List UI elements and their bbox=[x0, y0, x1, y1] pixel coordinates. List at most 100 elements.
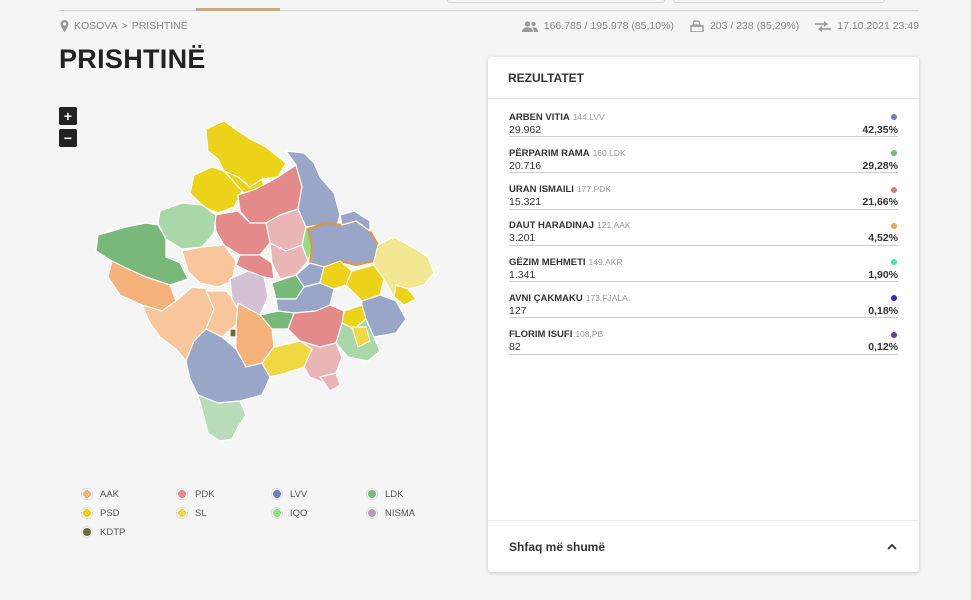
stats-bar: 166.785 / 195.978 (85,10%) 203 / 238 (85… bbox=[521, 20, 919, 32]
kosovo-municipality-map bbox=[95, 120, 435, 442]
candidate-party: 121.AAK bbox=[596, 220, 631, 231]
candidate-percent: 42,35% bbox=[862, 123, 898, 136]
breadcrumb-root[interactable]: KOSOVA bbox=[74, 20, 118, 32]
party-color-dot bbox=[891, 295, 897, 302]
show-more-button[interactable]: Shfaq më shumë bbox=[488, 520, 919, 572]
candidate-votes: 20.716 bbox=[509, 159, 542, 172]
candidate-votes: 82 bbox=[509, 341, 521, 354]
party-color-dot bbox=[891, 222, 897, 229]
candidate-votes: 3.201 bbox=[509, 232, 536, 245]
stations-stat: 203 / 238 (85,29%) bbox=[690, 20, 799, 32]
updated-stat: 17.10.2021 23:49 bbox=[815, 20, 919, 32]
map-region-istog[interactable] bbox=[157, 202, 217, 250]
candidate-percent: 4,52% bbox=[868, 232, 898, 245]
legend-label: NISMA bbox=[385, 507, 416, 519]
legend-item-kdtp[interactable]: KDTP bbox=[82, 526, 177, 538]
chevron-up-icon bbox=[887, 543, 897, 550]
zoom-in-button[interactable]: + bbox=[59, 107, 77, 125]
candidate-percent: 1,90% bbox=[868, 268, 898, 281]
legend-item-pdk[interactable]: PDK bbox=[177, 488, 272, 500]
legend-label: KDTP bbox=[100, 526, 126, 538]
legend-item-ldk[interactable]: LDK bbox=[367, 488, 462, 500]
party-color-dot bbox=[891, 331, 897, 338]
legend-item-nisma[interactable]: NISMA bbox=[367, 507, 462, 519]
legend-dot bbox=[82, 508, 92, 518]
legend-label: SL bbox=[195, 507, 207, 519]
zoom-out-button[interactable]: − bbox=[59, 129, 77, 147]
result-row[interactable]: PËRPARIM RAMA 160.LDK 20.716 29,28% bbox=[509, 147, 898, 183]
map-region-mamusha[interactable] bbox=[229, 328, 237, 338]
candidate-name: URAN ISMAILI 177.PDK bbox=[509, 184, 611, 196]
legend-dot bbox=[272, 489, 282, 499]
legend-item-aak[interactable]: AAK bbox=[82, 488, 177, 500]
tab-stub-right[interactable] bbox=[673, 0, 885, 3]
legend-dot bbox=[82, 527, 92, 537]
sync-arrows-icon bbox=[815, 20, 832, 32]
results-panel-title: REZULTATET bbox=[488, 57, 919, 99]
candidate-party: 160.LDK bbox=[592, 147, 626, 158]
party-color-dot bbox=[891, 259, 897, 266]
legend-item-psd[interactable]: PSD bbox=[82, 507, 177, 519]
candidate-name: GËZIM MEHMETI 149.AKR bbox=[509, 256, 623, 268]
candidate-votes: 127 bbox=[509, 304, 527, 317]
candidate-name: ARBEN VITIA 144.LVV bbox=[509, 111, 605, 123]
results-list: ARBEN VITIA 144.LVV 29.962 42,35% PËRPARIM… bbox=[488, 99, 919, 365]
legend-label: IQO bbox=[290, 507, 308, 519]
header-divider bbox=[59, 10, 919, 11]
legend-label: LVV bbox=[290, 488, 308, 500]
legend-label: LDK bbox=[385, 488, 404, 500]
candidate-percent: 0,12% bbox=[868, 341, 898, 354]
result-row[interactable]: GËZIM MEHMETI 149.AKR 1.341 1,90% bbox=[509, 256, 898, 292]
page-title: PRISHTINË bbox=[59, 44, 206, 74]
party-color-dot bbox=[891, 186, 897, 193]
ballot-box-icon bbox=[690, 20, 704, 32]
voters-value: 166.785 / 195.978 (85,10%) bbox=[543, 20, 674, 32]
legend-label: PDK bbox=[195, 488, 215, 500]
legend-item-iqo[interactable]: IQO bbox=[272, 507, 367, 519]
map-pin-icon bbox=[60, 20, 69, 32]
candidate-name: PËRPARIM RAMA 160.LDK bbox=[509, 147, 626, 159]
active-tab-indicator bbox=[196, 8, 280, 11]
candidate-name: AVNI ÇAKMAKU 173.FJALA bbox=[509, 292, 628, 304]
legend-dot bbox=[82, 489, 92, 499]
candidate-percent: 21,66% bbox=[862, 196, 898, 209]
party-color-dot bbox=[891, 114, 897, 120]
map-region-kline[interactable] bbox=[181, 244, 237, 288]
candidate-votes: 15.321 bbox=[509, 196, 542, 209]
legend-dot bbox=[177, 489, 187, 499]
result-row[interactable]: ARBEN VITIA 144.LVV 29.962 42,35% bbox=[509, 111, 898, 147]
candidate-party: 177.PDK bbox=[576, 184, 611, 195]
breadcrumb-current: PRISHTINË bbox=[131, 20, 188, 32]
candidate-votes: 1.341 bbox=[509, 268, 536, 281]
result-row[interactable]: DAUT HARADINAJ 121.AAK 3.201 4,52% bbox=[509, 220, 898, 256]
breadcrumb-separator: > bbox=[121, 20, 128, 32]
breadcrumb: KOSOVA > PRISHTINË bbox=[59, 20, 188, 32]
candidate-name: FLORIM ISUFI 108.PB bbox=[509, 329, 604, 341]
legend-dot bbox=[367, 489, 377, 499]
result-row[interactable]: AVNI ÇAKMAKU 173.FJALA 127 0,18% bbox=[509, 292, 898, 328]
candidate-votes: 29.962 bbox=[509, 123, 542, 136]
legend-dot bbox=[367, 508, 377, 518]
candidate-name: DAUT HARADINAJ 121.AAK bbox=[509, 220, 631, 232]
legend-label: AAK bbox=[100, 488, 120, 500]
legend-dot bbox=[177, 508, 187, 518]
result-row[interactable]: URAN ISMAILI 177.PDK 15.321 21,66% bbox=[509, 184, 898, 220]
party-color-dot bbox=[891, 150, 897, 157]
party-legend: AAK PDK LVV LDK PSD SL IQO NISMA KDTP bbox=[82, 488, 462, 538]
candidate-percent: 0,18% bbox=[868, 304, 898, 317]
updated-value: 17.10.2021 23:49 bbox=[837, 20, 919, 32]
voters-stat: 166.785 / 195.978 (85,10%) bbox=[521, 20, 674, 32]
legend-item-sl[interactable]: SL bbox=[177, 507, 272, 519]
results-panel: REZULTATET ARBEN VITIA 144.LVV 29.962 42,3… bbox=[488, 57, 919, 572]
candidate-party: 149.AKR bbox=[588, 256, 623, 267]
result-row[interactable]: FLORIM ISUFI 108.PB 82 0,12% bbox=[509, 329, 898, 365]
candidate-party: 144.LVV bbox=[572, 111, 605, 122]
candidate-percent: 29,28% bbox=[862, 159, 898, 172]
legend-item-lvv[interactable]: LVV bbox=[272, 488, 367, 500]
stations-value: 203 / 238 (85,29%) bbox=[709, 20, 800, 32]
candidate-party: 173.FJALA bbox=[585, 292, 628, 303]
tab-stub-left[interactable] bbox=[447, 0, 665, 3]
show-more-label: Shfaq më shumë bbox=[509, 539, 606, 554]
people-icon bbox=[521, 20, 538, 32]
map-region-hani-elezit[interactable] bbox=[319, 372, 341, 392]
